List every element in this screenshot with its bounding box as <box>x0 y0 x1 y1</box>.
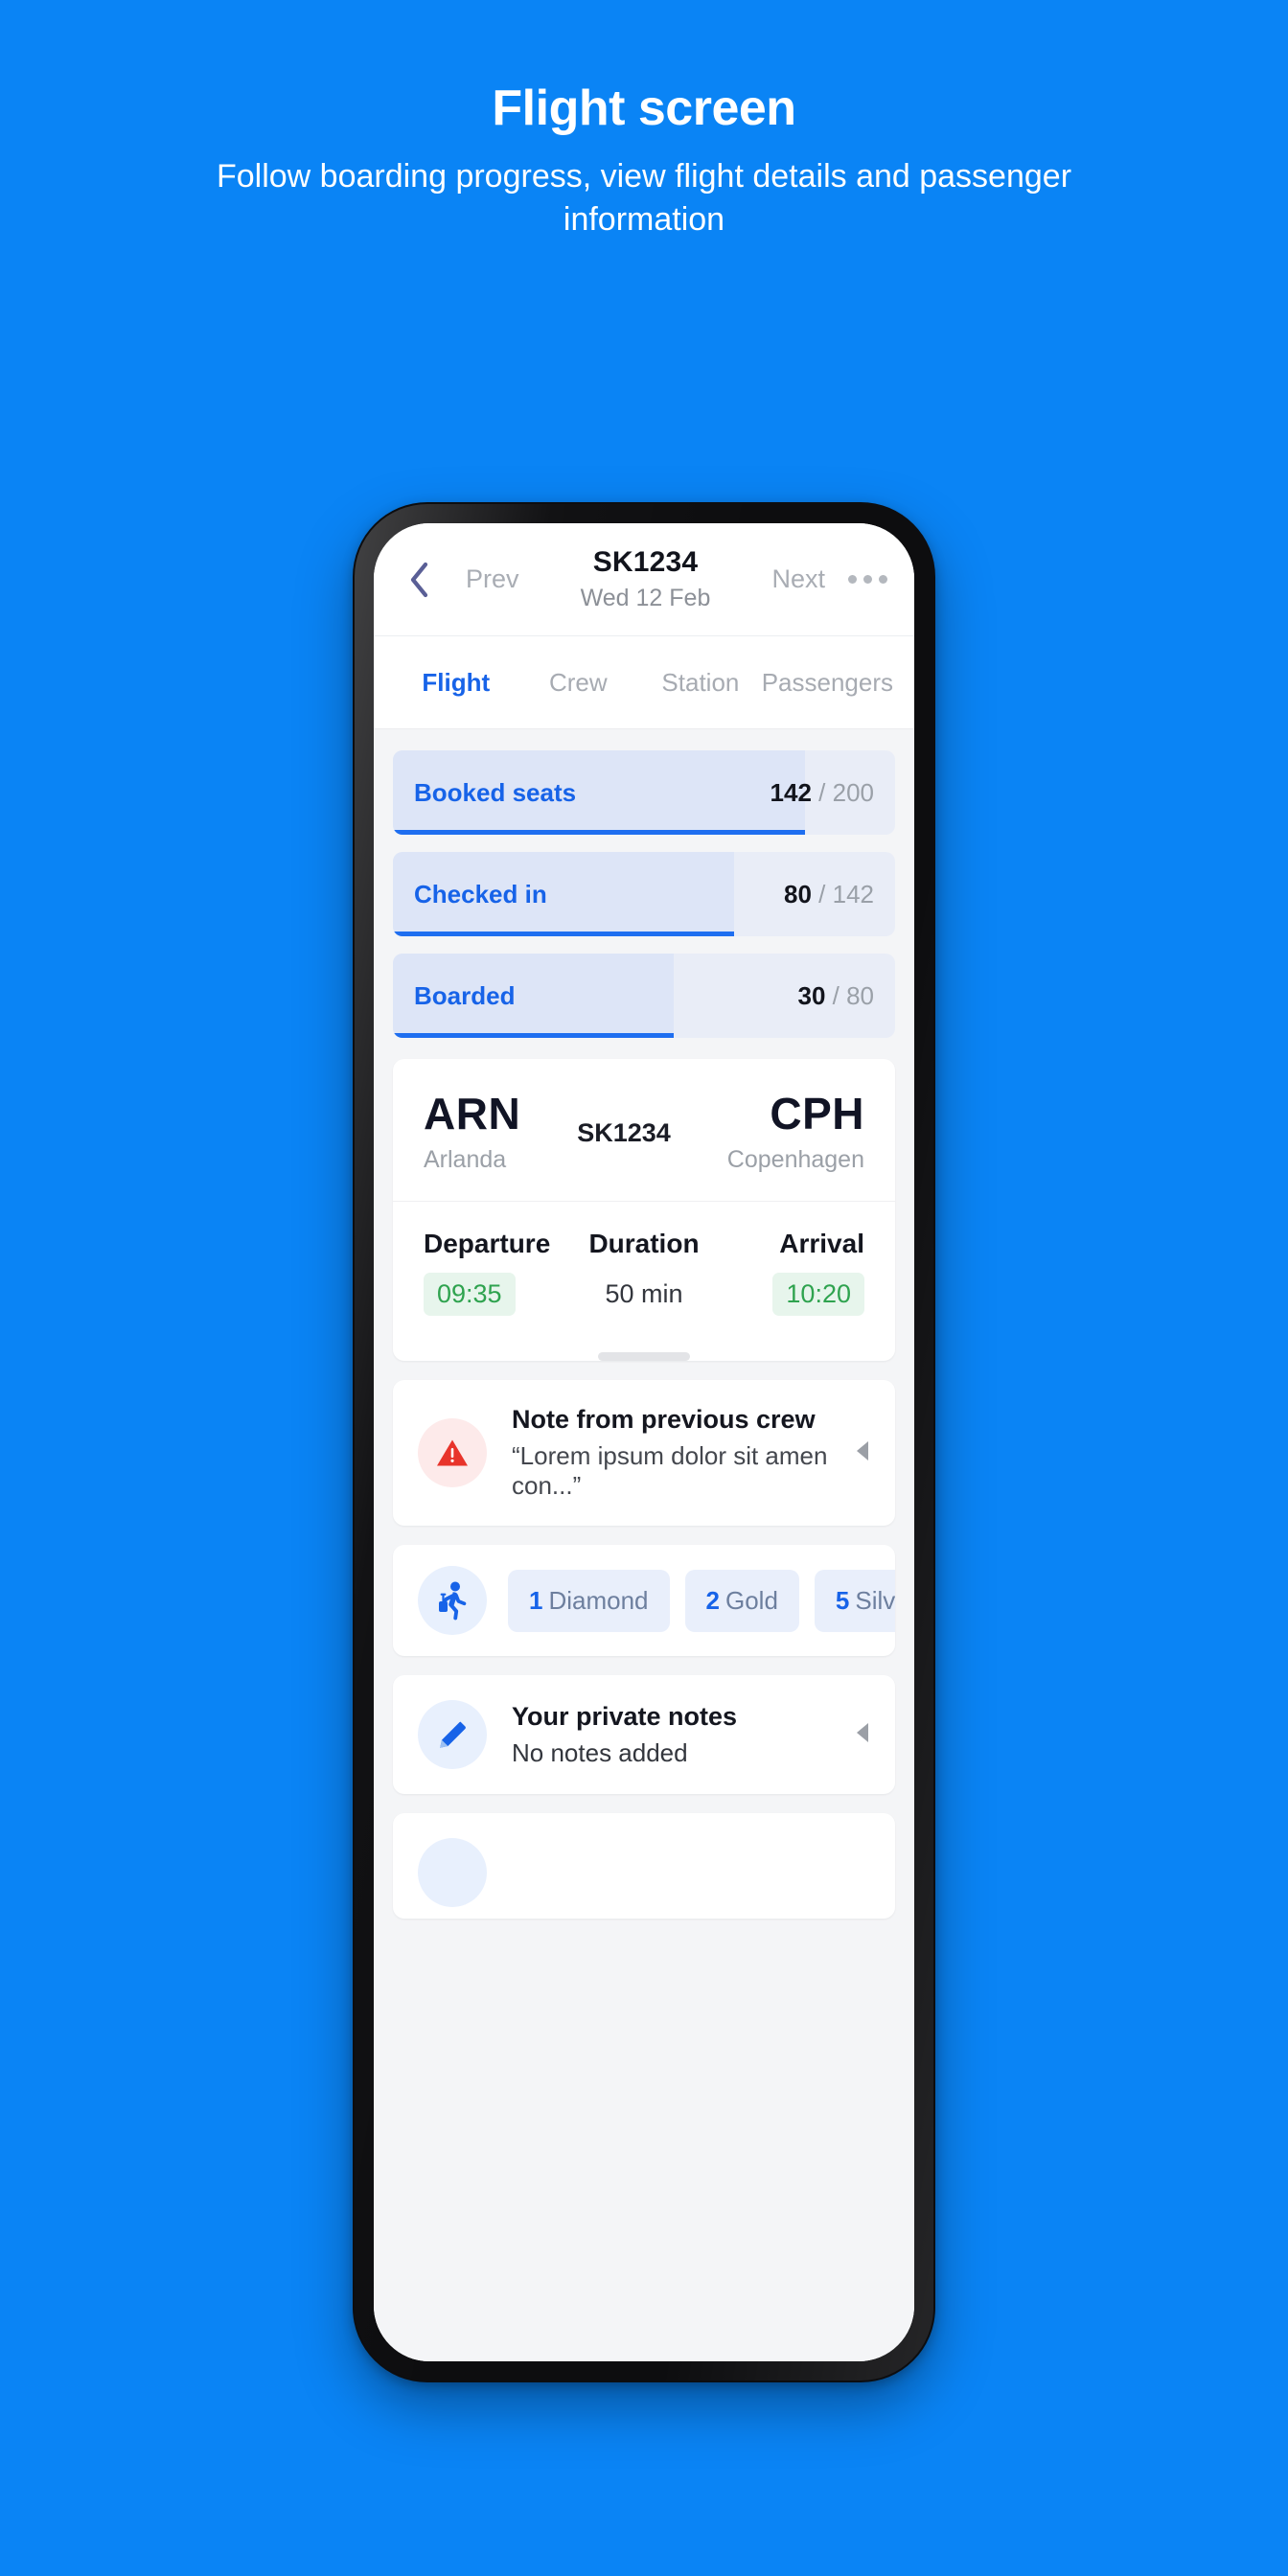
tier-chip[interactable]: 5Silver <box>814 1569 895 1632</box>
progress-label: Checked in <box>414 879 547 908</box>
placeholder-icon <box>418 1838 487 1907</box>
next-flight-button[interactable]: Next <box>771 564 825 594</box>
app-navbar: Prev SK1234 Wed 12 Feb Next <box>374 523 914 636</box>
caret-left-icon[interactable] <box>855 1722 870 1748</box>
private-notes-title: Your private notes <box>512 1701 738 1731</box>
navbar-title-block: SK1234 Wed 12 Feb <box>519 546 772 612</box>
route-flight-number: SK1234 <box>577 1117 671 1147</box>
tab-passengers[interactable]: Passengers <box>762 636 893 728</box>
progress-total: 200 <box>832 777 874 807</box>
flight-details-card: ARN Arlanda SK1234 CPH Copenhagen Depart… <box>393 1059 895 1361</box>
progress-label: Boarded <box>414 980 516 1010</box>
next-card-partial[interactable] <box>393 1813 895 1919</box>
progress-total: 142 <box>832 879 874 908</box>
departure-time: 09:35 <box>424 1273 516 1316</box>
page-subtitle: Follow boarding progress, view flight de… <box>216 157 1072 238</box>
promo-header: Flight screen Follow boarding progress, … <box>0 0 1288 242</box>
tab-station[interactable]: Station <box>639 636 762 728</box>
progress-separator: / <box>825 980 847 1010</box>
destination-code: CPH <box>770 1089 864 1138</box>
tier-chip[interactable]: 2 Gold <box>684 1569 799 1632</box>
ellipsis-icon[interactable] <box>848 575 889 584</box>
tier-label: Silver <box>855 1585 895 1615</box>
flight-content: Booked seats 142 / 200 Checked in 80 / 1… <box>374 729 914 2361</box>
progress-current: 30 <box>797 980 826 1010</box>
private-notes-subtitle: No notes added <box>512 1737 688 1767</box>
flight-number-title: SK1234 <box>592 546 699 579</box>
arrival-time: 10:20 <box>772 1273 864 1316</box>
tier-chip-list: 1Diamond 2Gold 5Silver 1Inf <box>508 1569 895 1632</box>
crew-note-title: Note from previous crew <box>512 1405 816 1434</box>
ellipsis-dot <box>863 575 872 584</box>
tier-chip[interactable]: 1 Diamond <box>508 1569 670 1632</box>
origin-city: Arlanda <box>424 1146 507 1173</box>
pencil-icon <box>418 1700 487 1769</box>
tier-label: Diamond <box>548 1585 649 1615</box>
progress-checked-in[interactable]: Checked in 80 / 142 <box>393 852 895 936</box>
progress-label: Booked seats <box>414 777 577 807</box>
origin-code: ARN <box>424 1089 521 1138</box>
duration-label: Duration <box>588 1229 700 1258</box>
destination-city: Copenhagen <box>726 1146 864 1173</box>
progress-value: 30 / 80 <box>797 981 874 1011</box>
ellipsis-dot <box>879 575 887 584</box>
progress-separator: / <box>811 777 833 807</box>
caret-left-icon[interactable] <box>855 1440 870 1466</box>
page-title: Flight screen <box>492 80 796 136</box>
flight-date: Wed 12 Feb <box>580 584 711 611</box>
passenger-tiers-card[interactable]: 1Diamond 2Gold 5Silver 1Inf <box>393 1545 895 1656</box>
chevron-left-icon <box>408 562 429 598</box>
warning-triangle-icon <box>418 1418 487 1487</box>
tier-count: 5 <box>835 1585 850 1615</box>
duration-value: 50 min <box>605 1279 683 1308</box>
departure-block: Departure 09:35 <box>424 1229 570 1316</box>
progress-booked-seats[interactable]: Booked seats 142 / 200 <box>393 750 895 835</box>
progress-separator: / <box>811 879 833 908</box>
progress-total: 80 <box>846 980 874 1010</box>
arrival-label: Arrival <box>779 1229 864 1258</box>
progress-value: 80 / 142 <box>784 880 874 909</box>
phone-screen: Prev SK1234 Wed 12 Feb Next Flight Crew … <box>374 523 914 2361</box>
progress-current: 80 <box>784 879 812 908</box>
tab-bar: Flight Crew Station Passengers <box>374 636 914 729</box>
origin-block: ARN Arlanda <box>424 1092 520 1174</box>
tab-crew[interactable]: Crew <box>518 636 640 728</box>
destination-block: CPH Copenhagen <box>727 1092 864 1174</box>
phone-mockup: Prev SK1234 Wed 12 Feb Next Flight Crew … <box>353 502 935 2382</box>
tier-label: Gold <box>725 1585 778 1615</box>
crew-note-card[interactable]: Note from previous crew “Lorem ipsum dol… <box>393 1380 895 1526</box>
crew-note-preview: “Lorem ipsum dolor sit amen con...” <box>512 1441 828 1500</box>
back-button[interactable] <box>397 558 441 602</box>
ellipsis-dot <box>848 575 857 584</box>
progress-value: 142 / 200 <box>770 778 874 808</box>
progress-boarded[interactable]: Boarded 30 / 80 <box>393 954 895 1038</box>
expand-grabber[interactable] <box>598 1352 690 1361</box>
walking-passenger-icon <box>418 1566 487 1635</box>
private-notes-card[interactable]: Your private notes No notes added <box>393 1675 895 1794</box>
tier-count: 1 <box>529 1585 543 1615</box>
prev-flight-button[interactable]: Prev <box>466 564 519 594</box>
duration-block: Duration 50 min <box>570 1229 717 1309</box>
tier-count: 2 <box>705 1585 720 1615</box>
arrival-block: Arrival 10:20 <box>718 1229 864 1316</box>
route-row: ARN Arlanda SK1234 CPH Copenhagen <box>393 1059 895 1202</box>
progress-current: 142 <box>770 777 812 807</box>
tab-flight[interactable]: Flight <box>395 636 518 728</box>
times-row: Departure 09:35 Duration 50 min Arrival … <box>393 1202 895 1335</box>
departure-label: Departure <box>424 1229 551 1258</box>
